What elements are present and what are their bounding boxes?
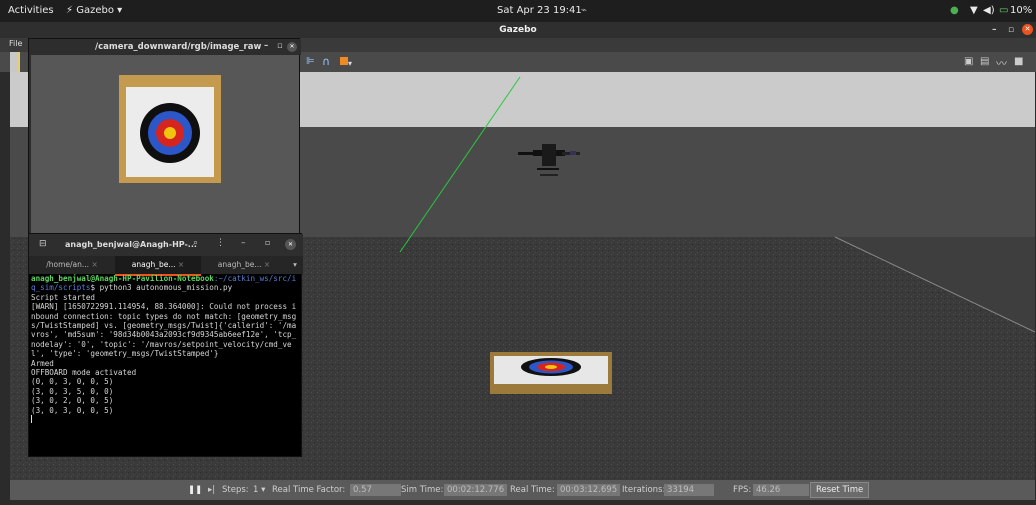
output-line: (3, 0, 3, 5, 0, 0) [31,386,114,396]
battery-icon[interactable]: ▭ [999,5,1008,16]
terminal-output[interactable]: anagh_benjwal@Anagh-HP-Pavilion-Notebook… [31,274,299,456]
app-menu[interactable]: ⚡ Gazebo ▾ [66,5,122,16]
close-icon[interactable]: × [264,260,270,269]
steps-label: Steps: [222,485,249,495]
app-menu-label: Gazebo [76,5,114,16]
command-text: $ python3 autonomous_mission.py [90,283,233,293]
terminal-title: anagh_benjwal@Anagh-HP-... [65,240,197,249]
close-button[interactable]: ✕ [287,42,297,52]
terminal-headerbar[interactable]: ⊟ anagh_benjwal@Anagh-HP-... ⌕ ⋮ – ▫ ✕ [29,234,303,256]
tab-1[interactable]: /home/an... × [29,256,115,274]
terminal-window: ⊟ anagh_benjwal@Anagh-HP-... ⌕ ⋮ – ▫ ✕ /… [28,233,303,457]
reset-time-button[interactable]: Reset Time [810,482,870,498]
search-icon[interactable]: ⌕ [193,238,198,248]
close-icon[interactable]: × [178,260,184,269]
real-time-label: Real Time: [510,485,555,495]
screenshot-icon[interactable]: ▣ [964,56,973,67]
volume-icon[interactable]: ◀) [983,5,995,16]
output-line: (3, 0, 2, 0, 0, 5) [31,396,114,406]
system-top-bar: Activities ⚡ Gazebo ▾ Sat Apr 23 19:41 ⌁… [0,0,1036,22]
terminal-cursor [31,415,32,424]
camera-image [31,55,299,233]
rtf-label: Real Time Factor: [272,485,346,495]
maximize-button[interactable]: ▫ [265,238,270,247]
sim-time-label: Sim Time: [401,485,444,495]
gazebo-statusbar: ❚❚ ▸| Steps: 1 ▾ Real Time Factor: 0.57 … [10,480,1035,500]
steps-value[interactable]: 1 ▾ [253,485,265,495]
tab-label: anagh_be... [217,260,262,269]
gazebo-app-icon: ⚡ [66,5,74,16]
iterations-value: 33194 [664,484,714,496]
maximize-button[interactable]: ▫ [277,41,283,51]
menu-icon[interactable]: ⋮ [216,238,225,248]
close-button[interactable]: ✕ [1022,24,1033,35]
tab-2[interactable]: anagh_be... × [115,256,201,276]
gazebo-titlebar: Gazebo – ▫ ✕ [0,22,1036,38]
output-line: Script started [31,292,96,302]
window-title: Gazebo [499,25,537,35]
tabs-overflow-chevron-icon[interactable]: ▾ [287,256,303,274]
chevron-down-icon: ▾ [117,5,123,16]
tab-3[interactable]: anagh_be... × [201,256,287,274]
minimize-button[interactable]: – [241,238,246,248]
record-video-icon[interactable]: ■ [1014,56,1023,67]
minimize-button[interactable]: – [264,41,268,51]
snap-icon[interactable]: ∩ [322,55,330,68]
ground-target [490,352,612,394]
output-line: (3, 0, 3, 0, 0, 5) [31,405,114,415]
align-icon[interactable]: ⊫ [306,56,315,67]
tab-label: /home/an... [46,260,90,269]
close-icon[interactable]: × [91,260,97,269]
camera-window-titlebar[interactable]: /camera_downward/rgb/image_raw – ▫ ✕ [29,39,301,55]
terminal-app-icon: ⊟ [39,239,47,249]
camera-image-window: /camera_downward/rgb/image_raw – ▫ ✕ [28,38,301,234]
shield-icon[interactable]: ● [950,5,959,16]
output-line: [WARN] [1650722991.114954, 88.364000]: C… [31,302,297,359]
step-icon[interactable]: ▸| [208,485,215,495]
clock[interactable]: Sat Apr 23 19:41 [497,5,582,16]
output-line: Armed [31,358,54,368]
maximize-button[interactable]: ▫ [1008,22,1014,38]
fps-value: 46.26 [753,484,809,496]
wifi-icon[interactable]: ▼ [970,5,978,16]
tab-label: anagh_be... [131,260,176,269]
output-line: OFFBOARD mode activated [31,368,137,378]
camera-window-title: /camera_downward/rgb/image_raw [95,42,262,52]
rtf-value: 0.57 [350,484,401,496]
battery-percent: 10% [1010,5,1033,16]
real-time-value: 00:03:12.695 [557,484,621,496]
fps-label: FPS: [733,485,752,495]
plot-icon[interactable]: 〰 [996,55,1007,71]
close-button[interactable]: ✕ [285,239,296,250]
screen-record-icon: ⌁ [581,5,588,16]
menu-file[interactable]: File [9,39,22,48]
pause-icon[interactable]: ❚❚ [188,485,202,495]
color-icon[interactable] [340,57,348,65]
terminal-tabs: /home/an... × anagh_be... × anagh_be... … [29,256,303,276]
iterations-label: Iterations: [622,485,666,495]
minimize-button[interactable]: – [992,22,997,38]
camera-frame [31,55,299,233]
output-line: (0, 0, 3, 0, 0, 5) [31,377,114,387]
prompt-user: anagh_benjwal@Anagh-HP-Pavilion-Notebook [31,274,214,283]
log-icon[interactable]: ▤ [980,56,989,67]
activities-button[interactable]: Activities [8,5,54,16]
sim-time-value: 00:02:12.776 [444,484,508,496]
chevron-down-icon[interactable]: ▾ [348,59,352,68]
